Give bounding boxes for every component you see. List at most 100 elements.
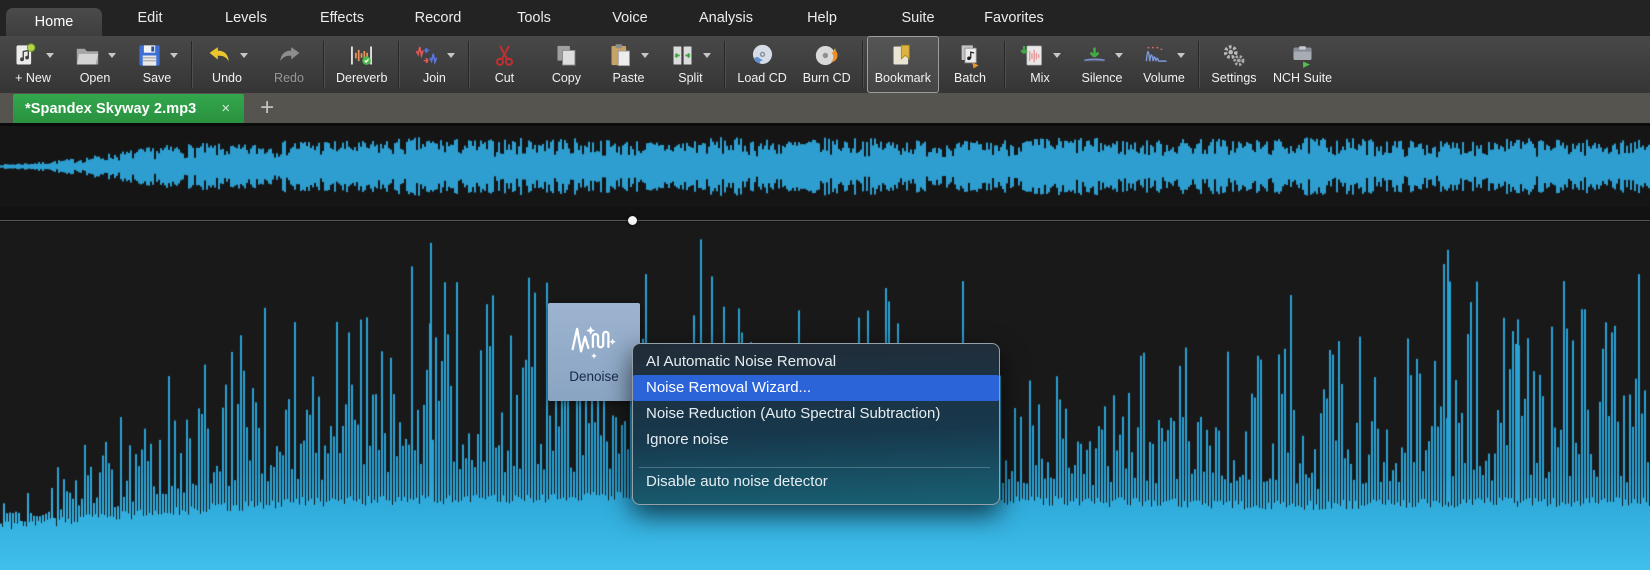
toolbar-button-label: Dereverb bbox=[336, 71, 387, 85]
toolbar-group-separator bbox=[398, 41, 400, 88]
menubar-item-home[interactable]: Home bbox=[6, 8, 102, 36]
toolbar-icon-row bbox=[1289, 41, 1316, 70]
menubar-item-suite[interactable]: Suite bbox=[870, 0, 966, 36]
toolbar-group: Mix SilenceVolume bbox=[1009, 36, 1195, 93]
toolbar-icon-row bbox=[607, 41, 649, 70]
toolbar-icon-row bbox=[669, 41, 711, 70]
dropdown-arrow-icon[interactable] bbox=[240, 53, 248, 58]
context-menu-item-noise-removal-wizard[interactable]: Noise Removal Wizard... bbox=[633, 375, 999, 401]
toolbar-copy-button[interactable]: Copy bbox=[535, 36, 597, 93]
silence-arrow-icon bbox=[1081, 42, 1108, 69]
toolbar-load-cd-button[interactable]: Load CD bbox=[729, 36, 794, 93]
denoise-button-label: Denoise bbox=[569, 369, 619, 384]
toolbar-icon-row bbox=[956, 41, 983, 70]
nch-suite-box-icon bbox=[1289, 42, 1316, 69]
context-menu-item-disable-auto-noise-detector[interactable]: Disable auto noise detector bbox=[633, 469, 999, 495]
menubar-item-edit[interactable]: Edit bbox=[102, 0, 198, 36]
dropdown-arrow-icon[interactable] bbox=[1115, 53, 1123, 58]
menubar-item-help[interactable]: Help bbox=[774, 0, 870, 36]
undo-arrow-icon bbox=[206, 42, 233, 69]
new-tab-button[interactable]: + bbox=[260, 96, 274, 120]
denoise-wave-icon bbox=[567, 311, 621, 367]
toolbar-button-label: Paste bbox=[612, 71, 644, 85]
dropdown-arrow-icon[interactable] bbox=[447, 53, 455, 58]
toolbar-icon-row bbox=[136, 41, 178, 70]
toolbar-batch-button[interactable]: Batch bbox=[939, 36, 1001, 93]
overview-waveform[interactable] bbox=[0, 126, 1650, 207]
menubar-item-tools[interactable]: Tools bbox=[486, 0, 582, 36]
denoise-button[interactable]: Denoise bbox=[548, 303, 640, 401]
dropdown-arrow-icon[interactable] bbox=[1177, 53, 1185, 58]
toolbar-icon-row bbox=[813, 41, 840, 70]
toolbar-burn-cd-button[interactable]: Burn CD bbox=[795, 36, 859, 93]
redo-arrow-icon bbox=[276, 42, 303, 69]
toolbar-mix-button[interactable]: Mix bbox=[1009, 36, 1071, 93]
toolbar-open-button[interactable]: Open bbox=[64, 36, 126, 93]
toolbar-nch-suite-button[interactable]: NCH Suite bbox=[1265, 36, 1340, 93]
toolbar-button-label: Open bbox=[80, 71, 111, 85]
toolbar-icon-row bbox=[491, 41, 518, 70]
toolbar-redo-button[interactable]: Redo bbox=[258, 36, 320, 93]
toolbar-icon-row bbox=[276, 41, 303, 70]
toolbar-button-label: Split bbox=[678, 71, 702, 85]
toolbar-cut-button[interactable]: Cut bbox=[473, 36, 535, 93]
toolbar-settings-button[interactable]: Settings bbox=[1203, 36, 1265, 93]
mix-page-icon bbox=[1019, 42, 1046, 69]
burn-cd-icon bbox=[813, 42, 840, 69]
menubar-item-analysis[interactable]: Analysis bbox=[678, 0, 774, 36]
toolbar-undo-button[interactable]: Undo bbox=[196, 36, 258, 93]
dropdown-arrow-icon[interactable] bbox=[170, 53, 178, 58]
menubar-item-voice[interactable]: Voice bbox=[582, 0, 678, 36]
menubar-item-effects[interactable]: Effects bbox=[294, 0, 390, 36]
toolbar-new-button[interactable]: + New bbox=[2, 36, 64, 93]
cut-scissors-icon bbox=[491, 42, 518, 69]
toolbar-button-label: Cut bbox=[495, 71, 514, 85]
toolbar-bookmark-button[interactable]: Bookmark bbox=[867, 36, 939, 93]
context-menu-item-ignore-noise[interactable]: Ignore noise bbox=[633, 427, 999, 453]
toolbar-button-label: Load CD bbox=[737, 71, 786, 85]
settings-gears-icon bbox=[1220, 42, 1247, 69]
toolbar-paste-button[interactable]: Paste bbox=[597, 36, 659, 93]
menubar-item-favorites[interactable]: Favorites bbox=[966, 0, 1062, 36]
tabbar: *Spandex Skyway 2.mp3 × + bbox=[0, 93, 1650, 126]
dereverb-wave-icon bbox=[348, 42, 375, 69]
toolbar-group: Settings NCH Suite bbox=[1203, 36, 1340, 93]
file-tab[interactable]: *Spandex Skyway 2.mp3 × bbox=[13, 94, 244, 123]
load-cd-icon bbox=[749, 42, 776, 69]
toolbar-join-button[interactable]: Join bbox=[403, 36, 465, 93]
dropdown-arrow-icon[interactable] bbox=[703, 53, 711, 58]
toolbar-group-separator bbox=[191, 41, 193, 88]
toolbar-icon-row bbox=[553, 41, 580, 70]
splitter-line bbox=[0, 220, 1650, 221]
tab-close-icon[interactable]: × bbox=[218, 100, 233, 117]
toolbar-dereverb-button[interactable]: Dereverb bbox=[328, 36, 395, 93]
toolbar-button-label: Burn CD bbox=[803, 71, 851, 85]
context-menu-item-ai-automatic-noise-removal[interactable]: AI Automatic Noise Removal bbox=[633, 349, 999, 375]
toolbar-group-separator bbox=[1198, 41, 1200, 88]
menubar-item-levels[interactable]: Levels bbox=[198, 0, 294, 36]
toolbar-button-label: Save bbox=[143, 71, 172, 85]
toolbar-group: Dereverb bbox=[328, 36, 395, 93]
context-menu-item-noise-reduction-auto-spectral-subtraction[interactable]: Noise Reduction (Auto Spectral Subtracti… bbox=[633, 401, 999, 427]
toolbar-split-button[interactable]: Split bbox=[659, 36, 721, 93]
dropdown-arrow-icon[interactable] bbox=[46, 53, 54, 58]
file-tab-label: *Spandex Skyway 2.mp3 bbox=[25, 101, 196, 117]
toolbar-icon-row bbox=[12, 41, 54, 70]
toolbar-save-button[interactable]: Save bbox=[126, 36, 188, 93]
toolbar-button-label: Batch bbox=[954, 71, 986, 85]
toolbar-icon-row bbox=[749, 41, 776, 70]
toolbar-button-label: Undo bbox=[212, 71, 242, 85]
save-floppy-icon bbox=[136, 42, 163, 69]
toolbar-group: + New Open Save bbox=[2, 36, 188, 93]
dropdown-arrow-icon[interactable] bbox=[108, 53, 116, 58]
noise-context-menu: AI Automatic Noise RemovalNoise Removal … bbox=[632, 343, 1000, 505]
menubar-item-record[interactable]: Record bbox=[390, 0, 486, 36]
splitter-handle[interactable] bbox=[628, 216, 637, 225]
toolbar-button-label: NCH Suite bbox=[1273, 71, 1332, 85]
toolbar-button-label: Mix bbox=[1030, 71, 1049, 85]
dropdown-arrow-icon[interactable] bbox=[641, 53, 649, 58]
toolbar-silence-button[interactable]: Silence bbox=[1071, 36, 1133, 93]
dropdown-arrow-icon[interactable] bbox=[1053, 53, 1061, 58]
toolbar-group: Bookmark Batch bbox=[867, 36, 1001, 93]
toolbar-volume-button[interactable]: Volume bbox=[1133, 36, 1195, 93]
